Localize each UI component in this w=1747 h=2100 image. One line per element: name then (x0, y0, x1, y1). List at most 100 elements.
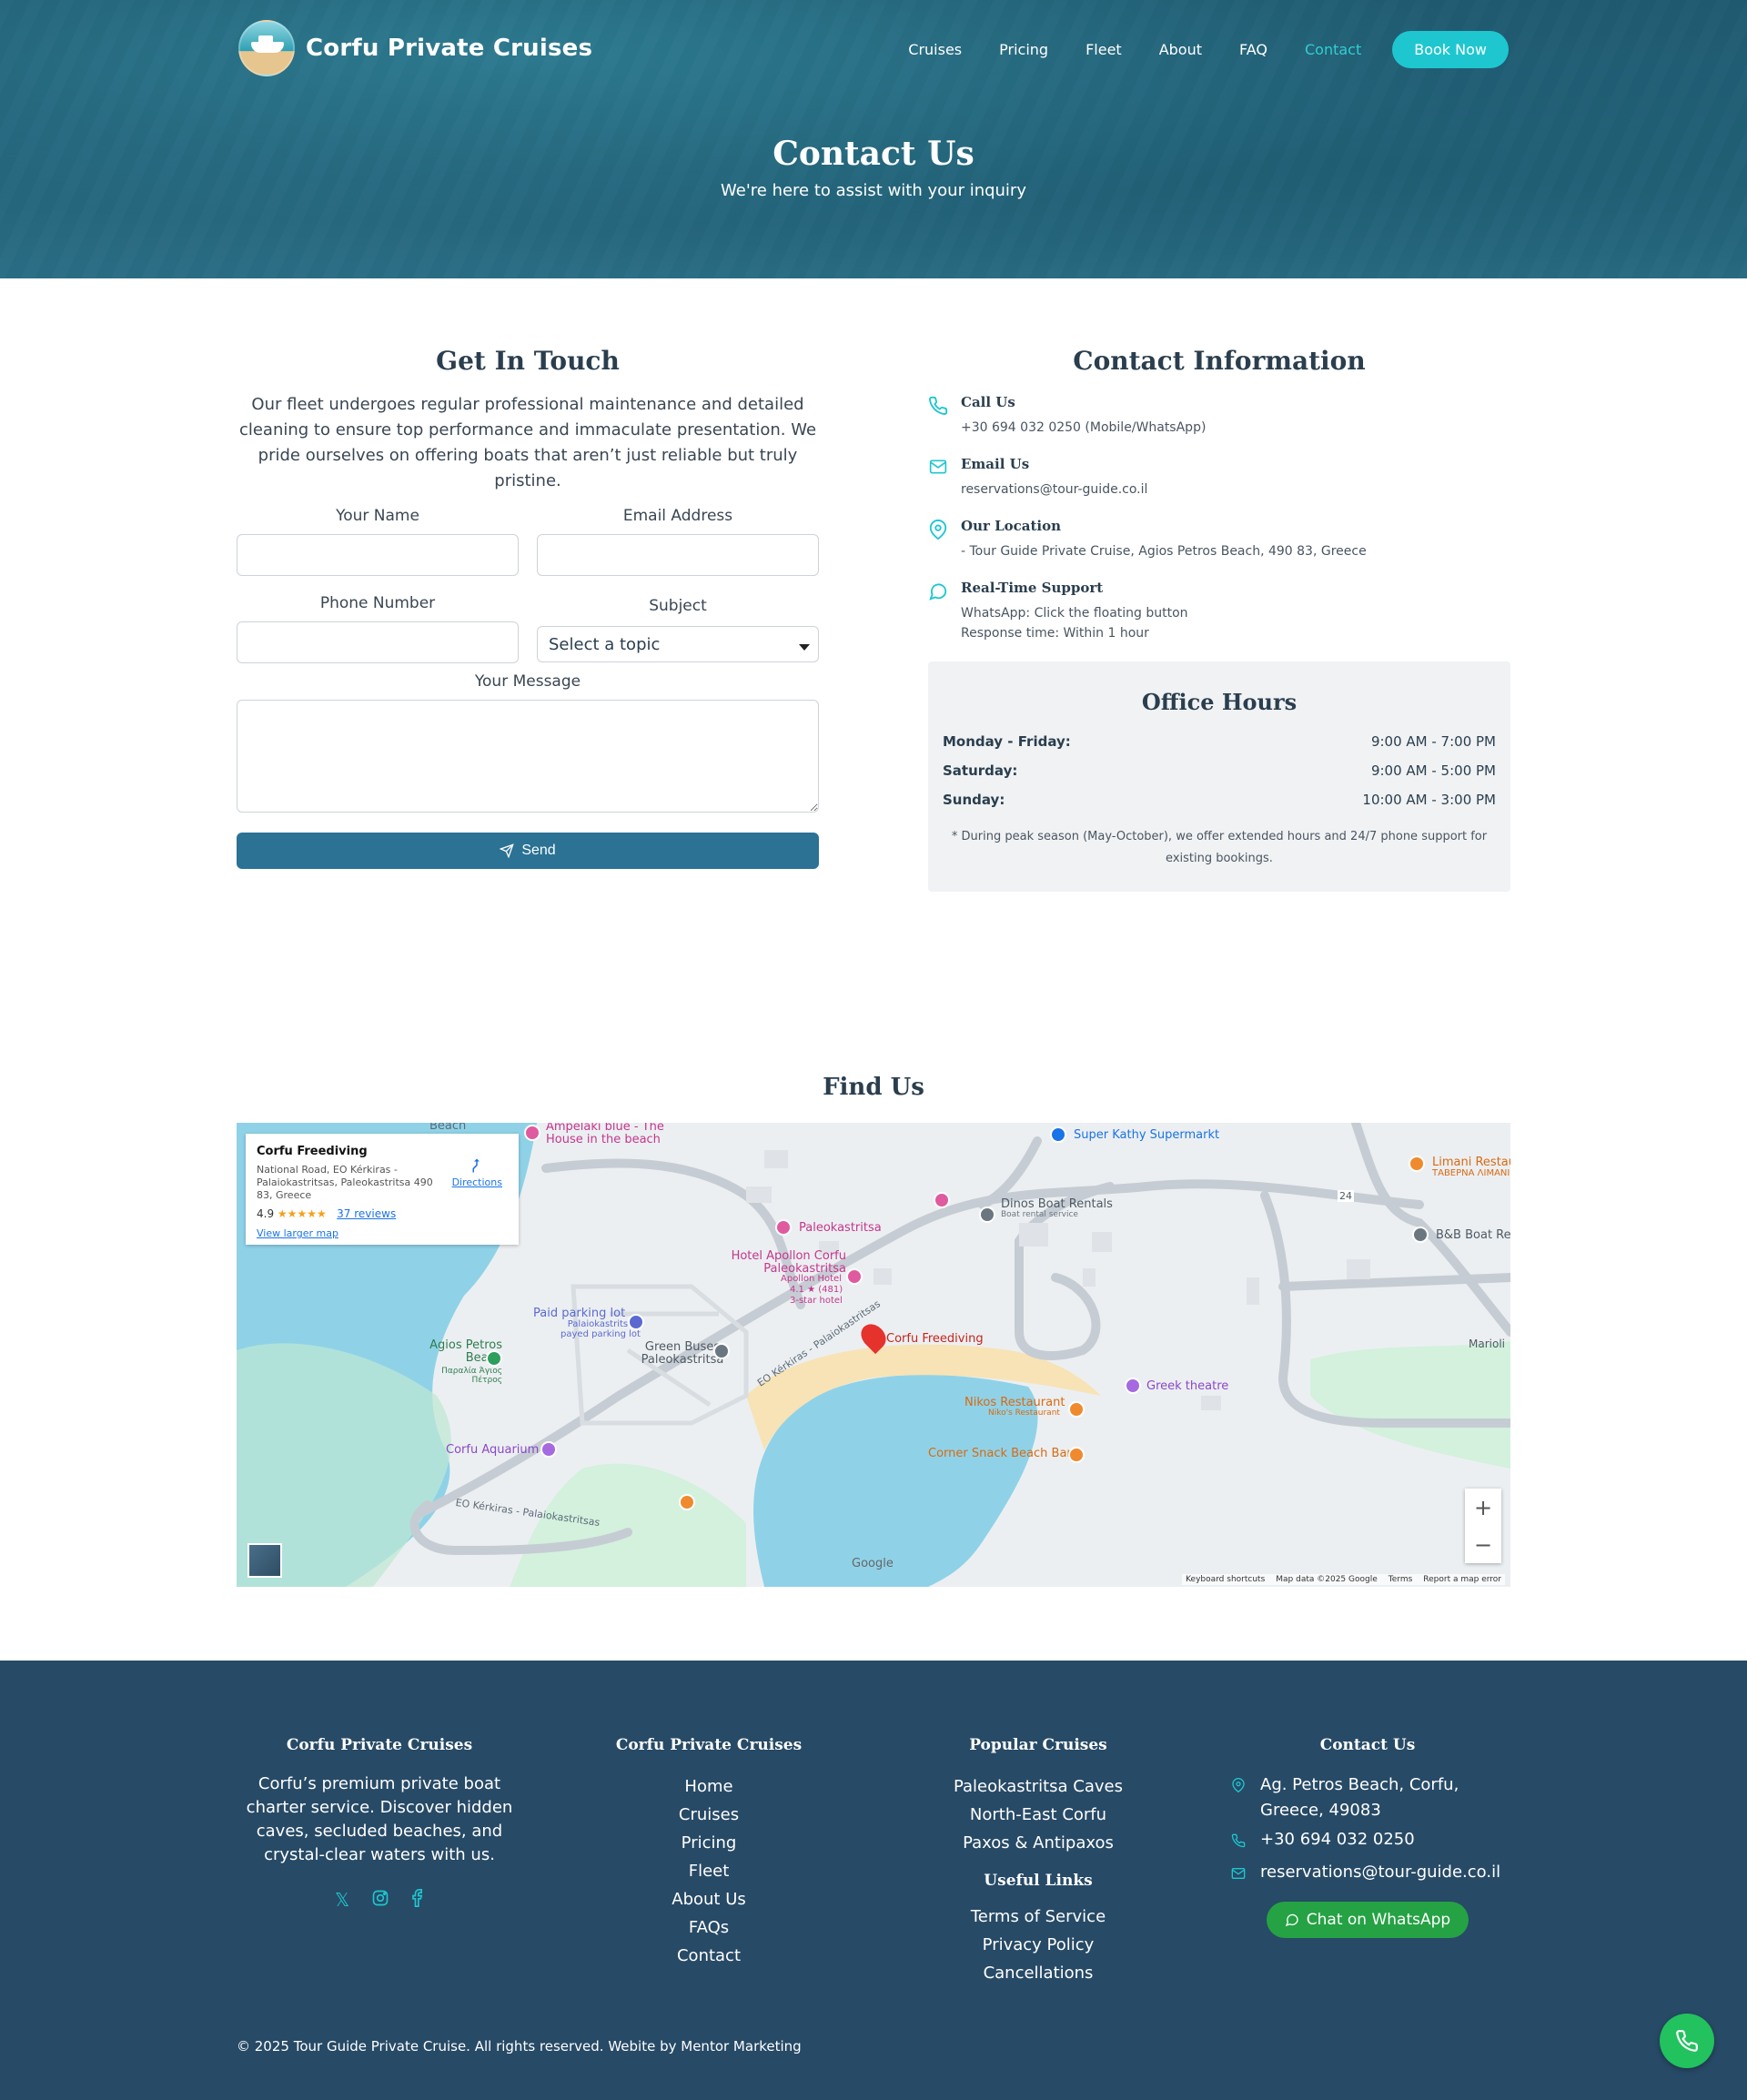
map-label: 4.1 ★ (481) (790, 1285, 843, 1295)
map-label[interactable]: Ampelaki blue - The House in the beach (546, 1123, 692, 1146)
nav-contact[interactable]: Contact (1305, 41, 1361, 58)
map-pin-icon[interactable] (934, 1192, 950, 1208)
facebook-icon[interactable] (411, 1889, 424, 1912)
x-twitter-icon[interactable]: 𝕏 (335, 1889, 349, 1912)
zoom-in-button[interactable]: + (1474, 1495, 1492, 1520)
map-label[interactable]: Corfu Freediving (886, 1332, 984, 1346)
map-label: Beach (429, 1123, 467, 1133)
embedded-map[interactable]: Corfu Freediving National Road, EO Kérki… (237, 1123, 1510, 1587)
place-name: Corfu Freediving (257, 1145, 368, 1158)
nav-faq[interactable]: FAQ (1239, 41, 1267, 58)
nav-cruises[interactable]: Cruises (908, 41, 962, 58)
footer-email[interactable]: reservations@tour-guide.co.il (1260, 1860, 1500, 1889)
site-footer: Corfu Private Cruises Corfu’s premium pr… (0, 1661, 1747, 2100)
phone-icon (1231, 1827, 1249, 1856)
map-label[interactable]: Corfu Aquarium (446, 1443, 539, 1457)
location-title: Our Location (961, 518, 1062, 534)
map-label[interactable]: Nikos Restaurant (964, 1396, 1065, 1409)
map-label[interactable]: Dinos Boat Rentals (1001, 1197, 1113, 1211)
footer-link-about[interactable]: About Us (572, 1885, 845, 1913)
footer-contact-title: Contact Us (1319, 1736, 1416, 1754)
map-label[interactable]: Limani Restau (1432, 1156, 1510, 1169)
map-pin-icon[interactable] (775, 1219, 792, 1236)
whatsapp-chat-button[interactable]: Chat on WhatsApp (1267, 1902, 1469, 1938)
map-label: Niko's Restaurant (988, 1408, 1060, 1418)
whatsapp-label: Chat on WhatsApp (1306, 1911, 1451, 1929)
message-label: Your Message (474, 672, 581, 691)
map-label[interactable]: Super Kathy Supermarkt (1074, 1128, 1219, 1142)
call-phone[interactable]: +30 694 032 0250 (Mobile/WhatsApp) (961, 418, 1206, 438)
brand-name: Corfu Private Cruises (306, 35, 593, 62)
directions-button[interactable]: Directions (452, 1157, 502, 1188)
email-label: Email Address (622, 507, 733, 525)
map-pin-icon[interactable] (1412, 1227, 1429, 1243)
form-intro: Our fleet undergoes regular professional… (238, 395, 817, 490)
book-now-button[interactable]: Book Now (1392, 31, 1509, 68)
footer-link-paleokastritsa[interactable]: Paleokastritsa Caves (902, 1772, 1175, 1801)
footer-link-cancellations[interactable]: Cancellations (902, 1959, 1175, 1987)
map-pin-icon[interactable] (1050, 1126, 1066, 1143)
phone-input[interactable] (237, 621, 519, 663)
map-pin-icon[interactable] (1068, 1401, 1085, 1418)
send-icon (500, 843, 515, 858)
directions-label: Directions (451, 1176, 502, 1188)
map-label[interactable]: Paid parking lot (533, 1307, 625, 1320)
map-pin-icon[interactable] (628, 1314, 644, 1330)
map-label[interactable]: Hotel Apollon Corfu Paleokastritsa (710, 1250, 846, 1276)
map-pin-icon[interactable] (1409, 1156, 1425, 1172)
map-pin-icon[interactable] (1125, 1378, 1141, 1394)
footer-link-north-east[interactable]: North-East Corfu (902, 1801, 1175, 1829)
nav-fleet[interactable]: Fleet (1086, 41, 1122, 58)
nav-pricing[interactable]: Pricing (999, 41, 1048, 58)
form-title: Get In Touch (436, 346, 620, 376)
footer-link-cruises[interactable]: Cruises (572, 1801, 845, 1829)
footer-popular-title: Popular Cruises (969, 1736, 1107, 1754)
brand-logo-link[interactable]: Corfu Private Cruises (238, 20, 592, 76)
nav-about[interactable]: About (1159, 41, 1202, 58)
footer-address: Ag. Petros Beach, Corfu, Greece, 49083 (1260, 1775, 1459, 1820)
map-label[interactable]: Greek theatre (1146, 1379, 1228, 1393)
footer-link-paxos[interactable]: Paxos & Antipaxos (902, 1829, 1175, 1857)
name-input[interactable] (237, 534, 519, 576)
footer-link-privacy[interactable]: Privacy Policy (902, 1931, 1175, 1959)
terms-link[interactable]: Terms (1389, 1575, 1413, 1584)
footer-phone[interactable]: +30 694 032 0250 (1260, 1827, 1415, 1856)
instagram-icon[interactable] (371, 1889, 389, 1912)
email-input[interactable] (537, 534, 819, 576)
keyboard-shortcuts-link[interactable]: Keyboard shortcuts (1186, 1575, 1265, 1584)
footer-link-contact[interactable]: Contact (572, 1942, 845, 1970)
send-button[interactable]: Send (237, 833, 819, 869)
hours-time: 10:00 AM - 3:00 PM (1362, 792, 1496, 808)
map-pin-icon[interactable] (524, 1125, 540, 1141)
map-satellite-toggle[interactable] (247, 1543, 282, 1578)
subject-label: Subject (649, 597, 707, 615)
map-pin-icon[interactable] (540, 1441, 557, 1458)
contact-item-support: Real-Time Support WhatsApp: Click the fl… (928, 580, 1510, 643)
floating-call-button[interactable] (1660, 2014, 1714, 2068)
view-larger-map-link[interactable]: View larger map (257, 1227, 508, 1239)
map-label[interactable]: B&B Boat Rer (1436, 1228, 1510, 1242)
map-pin-icon[interactable] (979, 1206, 995, 1223)
footer-link-terms[interactable]: Terms of Service (902, 1903, 1175, 1931)
map-label[interactable]: Paleokastritsa (799, 1221, 882, 1235)
map-pin-icon[interactable] (713, 1343, 730, 1359)
footer-link-faqs[interactable]: FAQs (572, 1913, 845, 1942)
map-pin-icon[interactable] (679, 1494, 695, 1510)
footer-link-home[interactable]: Home (572, 1772, 845, 1801)
contact-info-title: Contact Information (1073, 346, 1366, 376)
support-line-2: Response time: Within 1 hour (961, 626, 1149, 641)
footer-links-title: Corfu Private Cruises (615, 1736, 803, 1754)
zoom-out-button[interactable]: − (1474, 1532, 1492, 1558)
report-error-link[interactable]: Report a map error (1423, 1575, 1501, 1584)
map-pin-icon[interactable] (486, 1350, 502, 1367)
subject-select[interactable]: Select a topic (537, 626, 819, 662)
map-label[interactable]: Corner Snack Beach Bar (928, 1447, 1072, 1460)
footer-link-pricing[interactable]: Pricing (572, 1829, 845, 1857)
place-reviews-link[interactable]: 37 reviews (337, 1207, 396, 1220)
message-textarea[interactable] (237, 700, 819, 813)
email-address[interactable]: reservations@tour-guide.co.il (961, 480, 1147, 500)
footer-link-fleet[interactable]: Fleet (572, 1857, 845, 1885)
map-pin-icon[interactable] (1068, 1447, 1085, 1463)
map-pin-icon[interactable] (846, 1268, 863, 1285)
contact-form-section: Get In Touch Our fleet undergoes regular… (237, 346, 819, 869)
